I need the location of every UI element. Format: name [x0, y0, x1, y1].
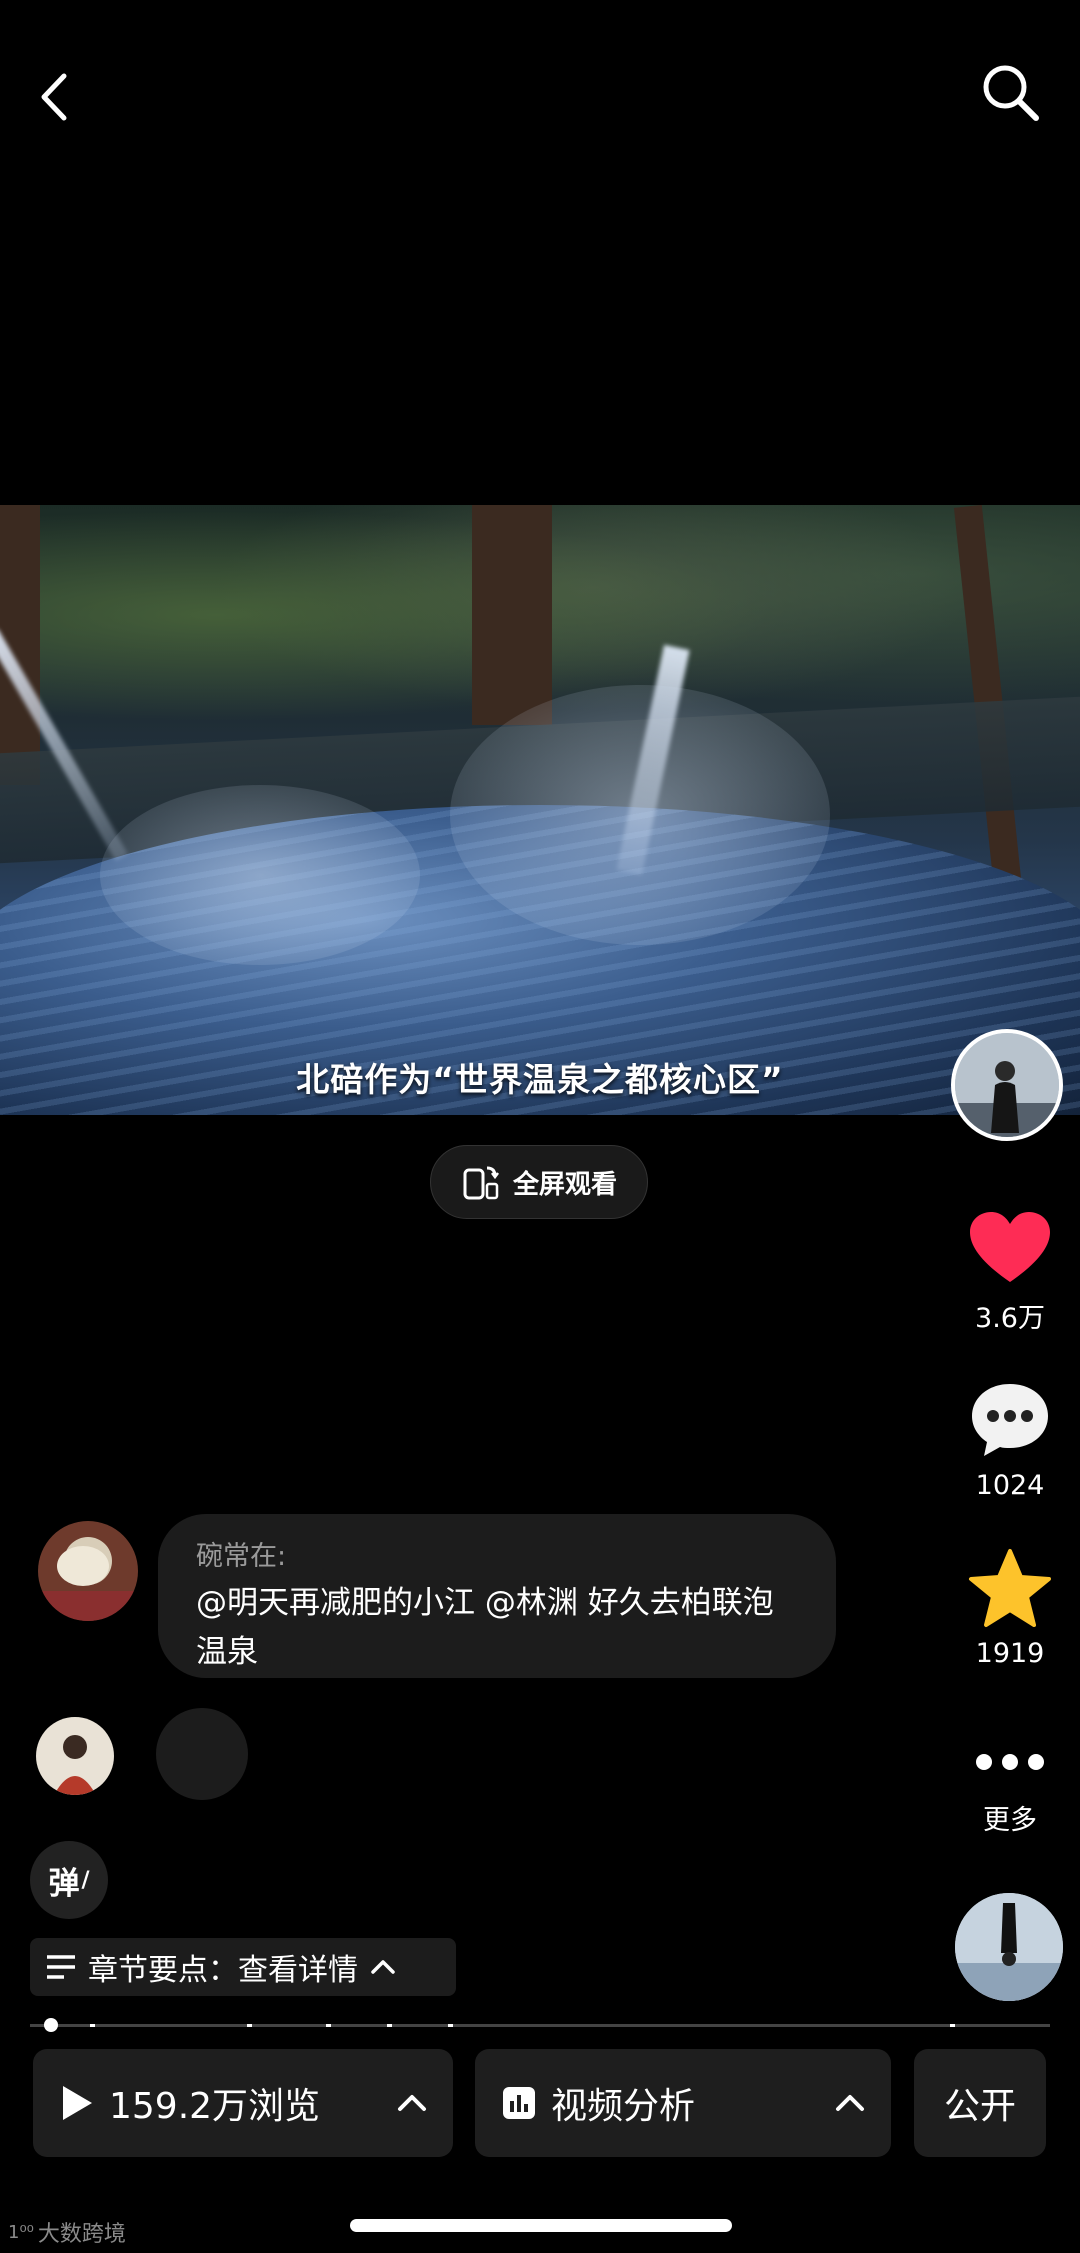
danmaku-slash: / [81, 1867, 90, 1893]
commenter-photo [36, 1717, 114, 1795]
steam [450, 685, 830, 945]
back-icon [41, 73, 67, 121]
chapter-tick [387, 2024, 392, 2027]
chapter-tick [90, 2024, 95, 2027]
comment-bubble[interactable]: 碗常在: @明天再减肥的小江 @林渊 好久去柏联泡温泉 [158, 1514, 836, 1678]
play-icon [63, 2086, 92, 2120]
video-subtitle: 北碚作为“世界温泉之都核心区” [296, 1060, 784, 1099]
commenter-photo [38, 1521, 138, 1621]
chart-icon [503, 2087, 535, 2119]
search-icon [983, 65, 1039, 121]
author-photo [955, 1033, 1059, 1137]
chapter-label: 章节要点：查看详情 [88, 1953, 358, 1988]
views-label: 159.2万浏览 [109, 2086, 321, 2127]
phone-rotate-icon [463, 1166, 499, 1200]
favorite-button[interactable]: 1919 [950, 1548, 1070, 1669]
steam [100, 785, 420, 965]
more-dots-icon [976, 1754, 1044, 1770]
favorite-count: 1919 [975, 1638, 1045, 1669]
more-label: 更多 [983, 1805, 1037, 1836]
video-player[interactable]: 北碚作为“世界温泉之都核心区” [0, 505, 1080, 1115]
music-disc[interactable] [955, 1893, 1063, 2001]
fullscreen-label: 全屏观看 [512, 1169, 617, 1200]
author-avatar[interactable] [951, 1029, 1063, 1141]
home-indicator[interactable] [350, 2219, 732, 2232]
danmaku-button[interactable]: 弹 / [30, 1841, 108, 1919]
like-count: 3.6万 [975, 1303, 1045, 1334]
analysis-label: 视频分析 [551, 2086, 696, 2127]
more-button[interactable]: 更多 [950, 1742, 1070, 1837]
chevron-up-icon [836, 2095, 864, 2111]
chapter-tick [326, 2024, 331, 2027]
visibility-button[interactable]: 公开 [914, 2049, 1046, 2157]
chevron-up-icon [371, 1960, 395, 1974]
comment-count: 1024 [975, 1470, 1045, 1501]
heart-icon [970, 1212, 1050, 1282]
like-button[interactable]: 3.6万 [950, 1210, 1070, 1335]
comment-button[interactable]: 1024 [950, 1380, 1070, 1501]
chapter-tick [247, 2024, 252, 2027]
danmaku-label: 弹 [48, 1865, 80, 1902]
chapter-tick [950, 2024, 955, 2027]
star-icon [969, 1549, 1051, 1627]
chevron-up-icon [398, 2095, 426, 2111]
fullscreen-button[interactable]: 全屏观看 [430, 1145, 648, 1219]
list-icon [47, 1955, 75, 1979]
comment-bubble[interactable] [156, 1708, 248, 1800]
commenter-avatar[interactable] [38, 1521, 138, 1621]
progress-handle[interactable] [44, 2018, 58, 2032]
watermark: 1⁰⁰ 大数跨境 [8, 2216, 126, 2248]
chapter-tick [448, 2024, 453, 2027]
chapter-button[interactable]: 章节要点：查看详情 [30, 1938, 456, 1996]
comment-icon [972, 1384, 1048, 1456]
comment-user: 碗常在: [196, 1541, 287, 1572]
tree-trunk [472, 505, 552, 725]
views-button[interactable]: 159.2万浏览 [33, 2049, 453, 2157]
watermark-text: 大数跨境 [37, 2222, 126, 2247]
search-button[interactable] [978, 60, 1044, 126]
commenter-avatar[interactable] [36, 1717, 114, 1795]
analysis-button[interactable]: 视频分析 [475, 2049, 891, 2157]
visibility-label: 公开 [943, 2086, 1016, 2127]
progress-bar[interactable] [30, 2018, 1050, 2032]
watermark-logo: 1⁰⁰ [8, 2221, 34, 2243]
comment-text: @明天再减肥的小江 @林渊 好久去柏联泡温泉 [196, 1585, 774, 1670]
back-button[interactable] [30, 62, 80, 132]
music-cover [955, 1893, 1063, 2001]
